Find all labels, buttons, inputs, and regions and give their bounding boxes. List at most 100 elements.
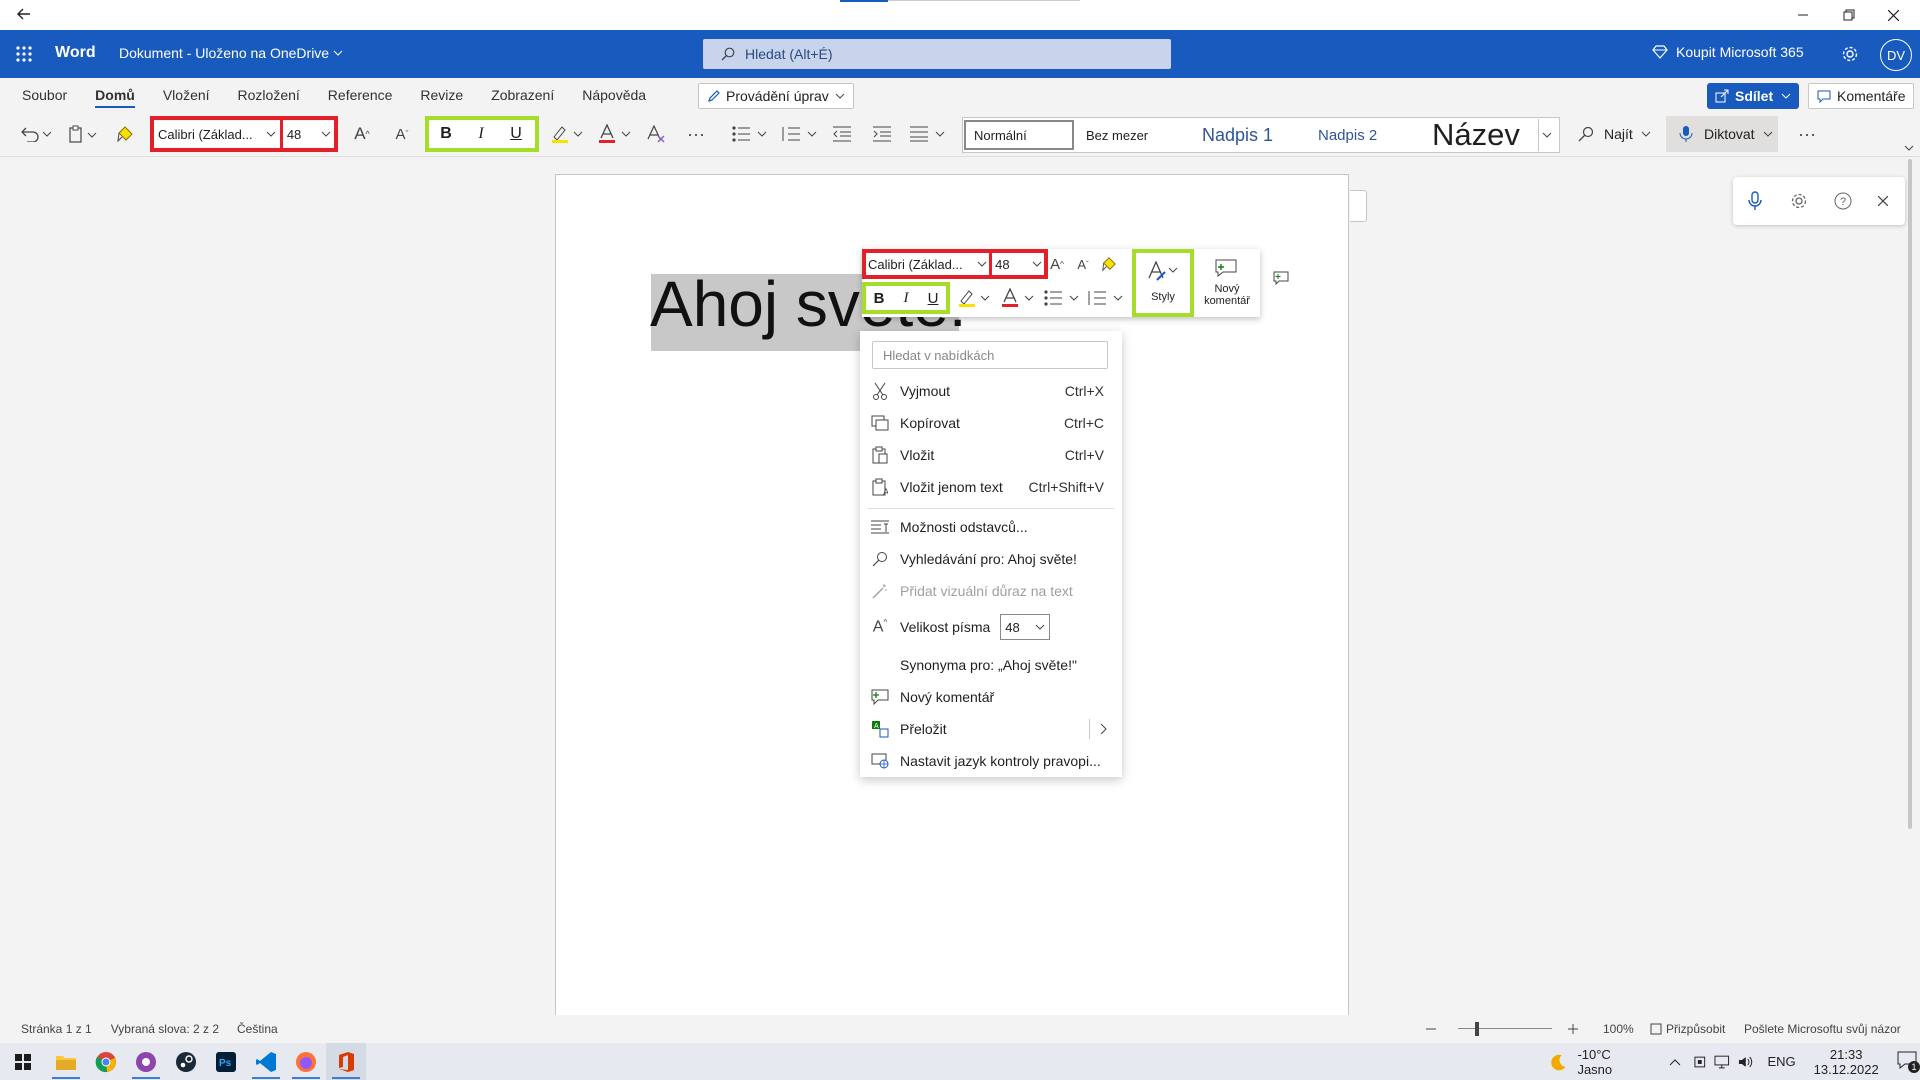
clear-formatting-icon[interactable] — [642, 122, 670, 146]
menu-item-paste-text[interactable]: A Vložit jenom text Ctrl+Shift+V — [860, 471, 1122, 503]
tab-rozlozeni[interactable]: Rozložení — [224, 78, 314, 112]
bold-icon[interactable]: B — [429, 120, 463, 148]
mini-new-comment-button[interactable]: Nový komentář — [1198, 253, 1256, 313]
style-heading-1[interactable]: Nadpis 1 — [1190, 120, 1306, 150]
minimize-icon[interactable] — [1790, 2, 1816, 28]
app-launcher-icon[interactable] — [12, 42, 36, 66]
back-arrow-icon[interactable] — [12, 2, 36, 26]
increase-indent-icon[interactable] — [868, 122, 896, 146]
menu-item-new-comment[interactable]: Nový komentář — [860, 681, 1122, 713]
format-painter-icon[interactable] — [112, 122, 138, 146]
mini-font-size-dropdown[interactable]: 48 — [992, 253, 1044, 275]
style-normal[interactable]: Normální — [964, 120, 1074, 150]
vscode-icon[interactable] — [246, 1043, 286, 1080]
menu-item-set-proofing-language[interactable]: Nastavit jazyk kontroly pravopi... — [860, 745, 1122, 777]
align-icon[interactable] — [908, 122, 948, 146]
zoom-out-icon[interactable] — [1424, 1022, 1438, 1036]
highlight-color-icon[interactable] — [548, 122, 586, 146]
tab-napoveda[interactable]: Nápověda — [568, 78, 660, 112]
search-box[interactable]: Hledat (Alt+É) — [703, 39, 1171, 69]
undo-icon[interactable] — [16, 122, 54, 146]
office-icon[interactable] — [326, 1043, 366, 1080]
style-heading-2[interactable]: Nadpis 2 — [1306, 120, 1418, 150]
app-name[interactable]: Word — [55, 44, 96, 62]
styles-expand-icon[interactable] — [1538, 119, 1555, 151]
tab-revize[interactable]: Revize — [406, 78, 477, 112]
tab-soubor[interactable]: Soubor — [8, 78, 81, 112]
italic-icon[interactable]: I — [463, 120, 499, 148]
style-title[interactable]: Název — [1418, 117, 1538, 152]
menu-search-input[interactable]: Hledat v nabídkách — [872, 341, 1108, 369]
file-explorer-icon[interactable] — [46, 1043, 86, 1080]
margin-comment-icon[interactable] — [1270, 269, 1292, 287]
notifications-icon[interactable]: 1 — [1897, 1051, 1920, 1073]
feedback-link[interactable]: Pošlete Microsoftu svůj názor — [1744, 1022, 1901, 1036]
more-options-icon[interactable]: ··· — [1792, 122, 1822, 146]
mini-numbering-icon[interactable] — [1086, 287, 1126, 309]
menu-item-synonyms[interactable]: Synonyma pro: „Ahoj světe!" — [860, 649, 1122, 681]
firefox-icon[interactable] — [286, 1043, 326, 1080]
mini-bullets-icon[interactable] — [1042, 287, 1082, 309]
tab-zobrazeni[interactable]: Zobrazení — [477, 78, 568, 112]
menu-item-paste[interactable]: Vložit Ctrl+V — [860, 439, 1122, 471]
find-button[interactable]: Najít — [1578, 122, 1651, 146]
dictation-mic-icon[interactable] — [1733, 177, 1777, 225]
zoom-in-icon[interactable] — [1566, 1022, 1580, 1036]
mini-bold-icon[interactable]: B — [866, 286, 892, 310]
paste-icon[interactable] — [66, 122, 102, 146]
fit-button[interactable]: Přizpůsobit — [1650, 1022, 1725, 1036]
font-name-dropdown[interactable]: Calibri (Základ... — [154, 121, 280, 147]
font-color-icon[interactable] — [596, 122, 634, 146]
ribbon-collapse-icon[interactable] — [1902, 142, 1916, 154]
numbering-icon[interactable] — [780, 122, 820, 146]
dictation-help-icon[interactable]: ? — [1821, 177, 1865, 225]
status-word-count[interactable]: Vybraná slova: 2 z 2 — [111, 1022, 219, 1036]
close-window-icon[interactable] — [1880, 2, 1906, 28]
menu-item-copy[interactable]: Kopírovat Ctrl+C — [860, 407, 1122, 439]
mini-highlight-color-icon[interactable] — [954, 287, 994, 309]
mini-underline-icon[interactable]: U — [920, 286, 946, 310]
status-page[interactable]: Stránka 1 z 1 — [21, 1022, 92, 1036]
buy-m365-link[interactable]: Koupit Microsoft 365 — [1652, 44, 1804, 60]
tab-vlozeni[interactable]: Vložení — [149, 78, 224, 112]
zoom-slider-thumb[interactable] — [1475, 1022, 1479, 1036]
shrink-font-icon[interactable]: Aˇ — [388, 122, 416, 146]
grow-font-icon[interactable]: A ^ — [348, 122, 376, 146]
mini-italic-icon[interactable]: I — [892, 286, 920, 310]
menu-item-translate[interactable]: A Přeložit — [860, 713, 1122, 745]
zoom-level[interactable]: 100% — [1603, 1022, 1634, 1036]
mini-grow-font-icon[interactable]: A ^ — [1046, 253, 1068, 275]
mini-styles-button[interactable]: Styly — [1132, 249, 1194, 317]
chrome-icon[interactable] — [86, 1043, 126, 1080]
input-language[interactable]: ENG — [1767, 1054, 1795, 1069]
zoom-slider-track[interactable] — [1458, 1028, 1552, 1029]
document-title[interactable]: Dokument - Uloženo na OneDrive — [119, 45, 343, 61]
tab-domu[interactable]: Domů — [81, 78, 149, 112]
more-font-options-icon[interactable]: ··· — [682, 122, 710, 146]
share-button[interactable]: Sdílet — [1707, 83, 1800, 109]
menu-font-size-select[interactable]: 48 — [1000, 614, 1051, 640]
decrease-indent-icon[interactable] — [828, 122, 856, 146]
vertical-scrollbar[interactable] — [1908, 159, 1912, 829]
menu-item-lookup[interactable]: Vyhledávání pro: Ahoj světe! — [860, 543, 1122, 575]
menu-item-visual-emphasis[interactable]: Přidat vizuální důraz na text — [860, 575, 1122, 607]
photoshop-icon[interactable]: Ps — [206, 1043, 246, 1080]
font-size-dropdown[interactable]: 48 — [282, 121, 334, 147]
mini-shrink-font-icon[interactable]: Aˇ — [1072, 253, 1094, 275]
settings-gear-icon[interactable] — [1838, 42, 1862, 66]
status-language[interactable]: Čeština — [237, 1022, 278, 1036]
bullets-icon[interactable] — [730, 122, 770, 146]
windows-start-icon[interactable] — [0, 1043, 46, 1080]
avatar[interactable]: DV — [1880, 39, 1912, 71]
weather-text[interactable]: -10°C Jasno — [1577, 1047, 1647, 1077]
editing-mode-button[interactable]: Provádění úprav — [698, 83, 854, 109]
restore-icon[interactable] — [1836, 2, 1862, 28]
menu-item-cut[interactable]: Vyjmout Ctrl+X — [860, 375, 1122, 407]
chrome-profile-icon[interactable] — [126, 1043, 166, 1080]
dictation-close-icon[interactable] — [1865, 177, 1901, 225]
mini-format-painter-icon[interactable] — [1098, 253, 1120, 275]
menu-item-paragraph-options[interactable]: Možnosti odstavců... — [860, 511, 1122, 543]
dictate-button[interactable]: Diktovat — [1666, 116, 1778, 152]
steam-icon[interactable] — [166, 1043, 206, 1080]
tab-reference[interactable]: Reference — [314, 78, 407, 112]
